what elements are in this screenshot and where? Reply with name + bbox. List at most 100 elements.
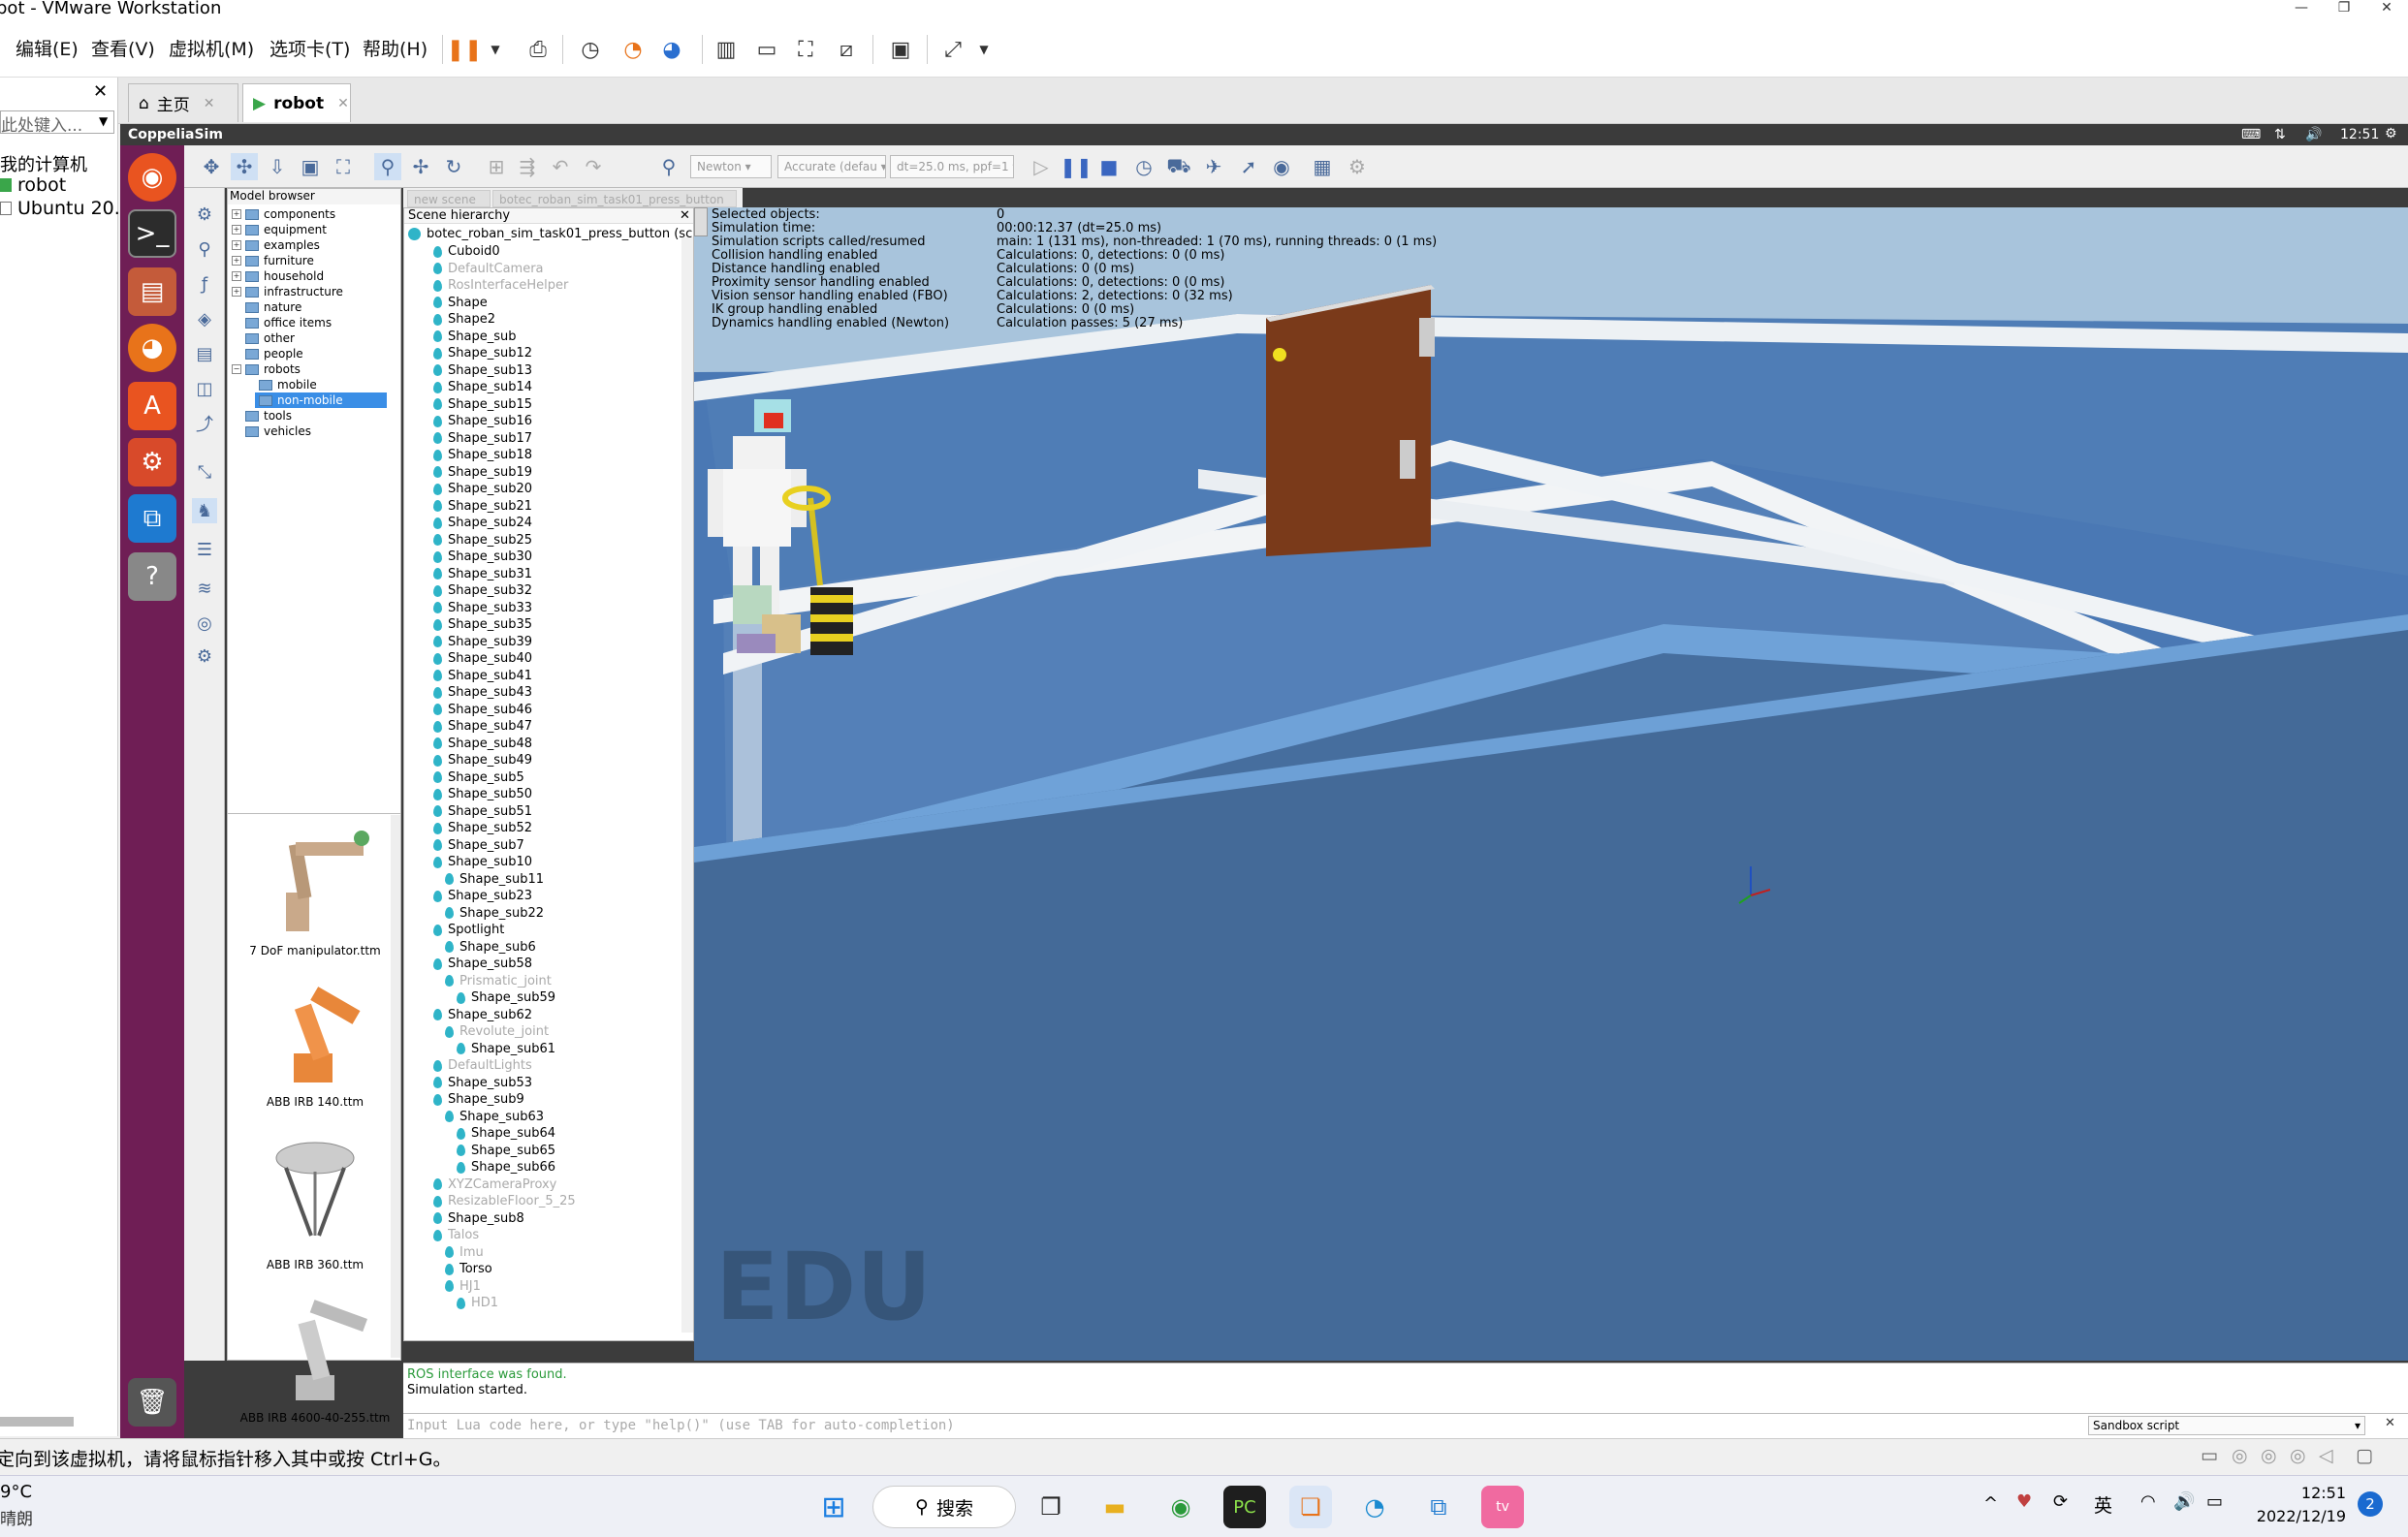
hierarchy-item[interactable]: Shape_sub5 bbox=[433, 769, 524, 786]
snapshot-icon[interactable]: ◷ bbox=[574, 33, 607, 66]
tab-home[interactable]: ⌂ 主页 ✕ bbox=[128, 83, 238, 122]
hierarchy-item[interactable]: Shape_sub6 bbox=[445, 939, 536, 956]
redo-icon[interactable]: ↷ bbox=[580, 153, 607, 180]
close-icon[interactable]: ✕ bbox=[93, 81, 108, 102]
speed-up-icon[interactable]: ✈ bbox=[1200, 153, 1227, 180]
hierarchy-item[interactable]: Shape_sub13 bbox=[433, 362, 532, 379]
hierarchy-item[interactable]: Imu bbox=[445, 1244, 484, 1261]
hierarchy-item[interactable]: DefaultLights bbox=[433, 1057, 532, 1074]
hierarchy-item[interactable]: Shape_sub14 bbox=[433, 379, 532, 395]
hierarchy-item[interactable]: Shape_sub50 bbox=[433, 786, 532, 802]
model-browser-icon[interactable]: ♞ bbox=[192, 498, 217, 523]
chevron-down-icon[interactable]: ▼ bbox=[479, 33, 512, 66]
close-icon[interactable]: ✕ bbox=[2385, 1416, 2395, 1430]
model-folder[interactable]: + examples bbox=[232, 237, 320, 253]
library-root[interactable]: 我的计算机 bbox=[0, 151, 87, 176]
hierarchy-item[interactable]: Spotlight bbox=[433, 922, 504, 938]
usb-icon[interactable]: ◎ bbox=[2290, 1445, 2306, 1466]
hierarchy-item[interactable]: Shape_sub35 bbox=[433, 616, 532, 633]
model-thumbnail[interactable]: ABB IRB 4600-40-255.ttm bbox=[236, 1282, 395, 1425]
scrollbar[interactable] bbox=[681, 237, 693, 1333]
clock-time[interactable]: 12:51 bbox=[2259, 1484, 2346, 1502]
library-item-robot[interactable]: robot bbox=[0, 174, 66, 196]
accuracy-select[interactable]: Accurate (defau ▾ bbox=[777, 155, 886, 178]
clock[interactable]: 12:51 bbox=[2340, 127, 2379, 142]
stretch-icon[interactable]: ⤢ bbox=[936, 33, 969, 66]
unity-icon[interactable]: ⧄ bbox=[830, 33, 863, 66]
library-item-ubuntu[interactable]: Ubuntu 20.0 bbox=[0, 198, 132, 219]
camera-angle-icon[interactable]: ▣ bbox=[297, 153, 324, 180]
hierarchy-item[interactable]: Shape_sub58 bbox=[433, 956, 532, 972]
console-icon[interactable]: ▣ bbox=[884, 33, 917, 66]
script-select[interactable]: Sandbox script ▾ bbox=[2088, 1416, 2365, 1435]
camera-shift-icon[interactable]: ⇩ bbox=[264, 153, 291, 180]
hierarchy-item[interactable]: Shape_sub17 bbox=[433, 430, 532, 447]
model-folder[interactable]: + equipment bbox=[232, 222, 327, 237]
hierarchy-item[interactable]: Shape_sub33 bbox=[433, 600, 532, 616]
hierarchy-root[interactable]: botec_roban_sim_task01_press_button (sc bbox=[408, 226, 692, 242]
tab-new-scene[interactable]: new scene bbox=[407, 190, 491, 207]
tab-robot[interactable]: ▶ robot ✕ bbox=[242, 83, 351, 122]
hierarchy-item[interactable]: Shape_sub11 bbox=[445, 871, 544, 888]
scene-objects-icon[interactable]: ▦ bbox=[1309, 153, 1336, 180]
firefox-icon[interactable]: ◕ bbox=[128, 324, 176, 372]
files-icon[interactable]: ▤ bbox=[128, 267, 176, 316]
wifi-icon[interactable]: ◠ bbox=[2140, 1491, 2156, 1512]
transfer-dna-icon[interactable]: ⇶ bbox=[514, 153, 541, 180]
model-folder[interactable]: tools bbox=[245, 408, 292, 423]
hierarchy-item[interactable]: Shape_sub41 bbox=[433, 668, 532, 684]
hierarchy-item[interactable]: Shape_sub24 bbox=[433, 515, 532, 531]
hierarchy-item[interactable]: RosInterfaceHelper bbox=[433, 277, 568, 294]
hierarchy-item[interactable]: Shape_sub21 bbox=[433, 498, 532, 515]
model-folder[interactable]: vehicles bbox=[245, 423, 311, 439]
click-selection-icon[interactable]: ⚲ bbox=[374, 153, 401, 180]
model-thumbnail[interactable]: ABB IRB 360.ttm bbox=[236, 1129, 395, 1271]
hierarchy-item[interactable]: Shape_sub61 bbox=[457, 1041, 555, 1057]
battery-icon[interactable]: ▭ bbox=[2206, 1491, 2223, 1512]
pause-icon[interactable]: ❚❚ bbox=[447, 33, 483, 66]
edge-icon[interactable]: ◔ bbox=[1353, 1486, 1396, 1528]
hierarchy-item[interactable]: Shape_sub39 bbox=[433, 634, 532, 650]
settings-icon[interactable]: ⚙ bbox=[128, 438, 176, 486]
hierarchy-item[interactable]: Shape_sub65 bbox=[457, 1143, 555, 1159]
start-icon[interactable]: ⊞ bbox=[812, 1486, 855, 1528]
hierarchy-item[interactable]: Shape_sub53 bbox=[433, 1075, 532, 1091]
gear-icon[interactable]: ⚙ bbox=[2385, 126, 2397, 141]
hierarchy-item[interactable]: Shape_sub49 bbox=[433, 752, 532, 768]
cd-icon[interactable]: ◎ bbox=[2232, 1445, 2248, 1466]
tab-current-scene[interactable]: botec_roban_sim_task01_press_button bbox=[492, 190, 737, 207]
hierarchy-item[interactable]: Shape_sub22 bbox=[445, 905, 544, 922]
toggle-visualization-icon[interactable]: ◉ bbox=[1268, 153, 1295, 180]
hierarchy-item[interactable]: Shape_sub31 bbox=[433, 566, 532, 582]
task-view-icon[interactable]: ❐ bbox=[1030, 1486, 1072, 1528]
object-rotate-icon[interactable]: ↻ bbox=[440, 153, 467, 180]
notification-badge[interactable]: 2 bbox=[2358, 1491, 2383, 1517]
camera-pan-icon[interactable]: ✥ bbox=[198, 153, 225, 180]
hierarchy-icon[interactable]: ☰ bbox=[192, 537, 217, 562]
send-keys-icon[interactable]: ⎙ bbox=[522, 33, 554, 66]
path-icon[interactable]: ⤴ bbox=[192, 411, 217, 436]
hierarchy-item[interactable]: Talos bbox=[433, 1227, 479, 1243]
hierarchy-item[interactable]: Shape_sub63 bbox=[445, 1109, 544, 1125]
slow-down-icon[interactable]: ⛟ bbox=[1165, 153, 1192, 180]
file-explorer-icon[interactable]: ▬ bbox=[1093, 1486, 1136, 1528]
object-shift-icon[interactable]: ✢ bbox=[407, 153, 434, 180]
vscode-icon[interactable]: ⧉ bbox=[1417, 1486, 1460, 1528]
hierarchy-item[interactable]: Shape_sub20 bbox=[433, 481, 532, 497]
fit-to-view-icon[interactable]: ⛶ bbox=[330, 153, 357, 180]
close-button[interactable]: ✕ bbox=[2365, 0, 2408, 16]
keyboard-icon[interactable]: ⌨ bbox=[2241, 127, 2261, 142]
user-settings-icon[interactable]: ⚙ bbox=[192, 643, 217, 669]
hierarchy-item[interactable]: ResizableFloor_5_25 bbox=[433, 1193, 576, 1209]
hierarchy-item[interactable]: Shape_sub10 bbox=[433, 854, 532, 870]
hierarchy-item[interactable]: Shape_sub66 bbox=[457, 1159, 555, 1176]
timestep-select[interactable]: dt=25.0 ms, ppf=1 ▾ bbox=[890, 155, 1014, 178]
user-settings-icon[interactable]: ⚙ bbox=[1344, 153, 1371, 180]
lua-input[interactable]: Input Lua code here, or type "help()" (u… bbox=[407, 1418, 955, 1433]
network-icon[interactable]: ⇅ bbox=[2274, 127, 2286, 142]
hierarchy-item[interactable]: Shape_sub15 bbox=[433, 396, 532, 413]
model-folder[interactable]: − robots bbox=[232, 361, 301, 377]
sound-icon[interactable]: ◁ bbox=[2319, 1445, 2333, 1466]
hierarchy-item[interactable]: Shape_sub51 bbox=[433, 803, 532, 820]
hierarchy-item[interactable]: Shape_sub18 bbox=[433, 447, 532, 463]
